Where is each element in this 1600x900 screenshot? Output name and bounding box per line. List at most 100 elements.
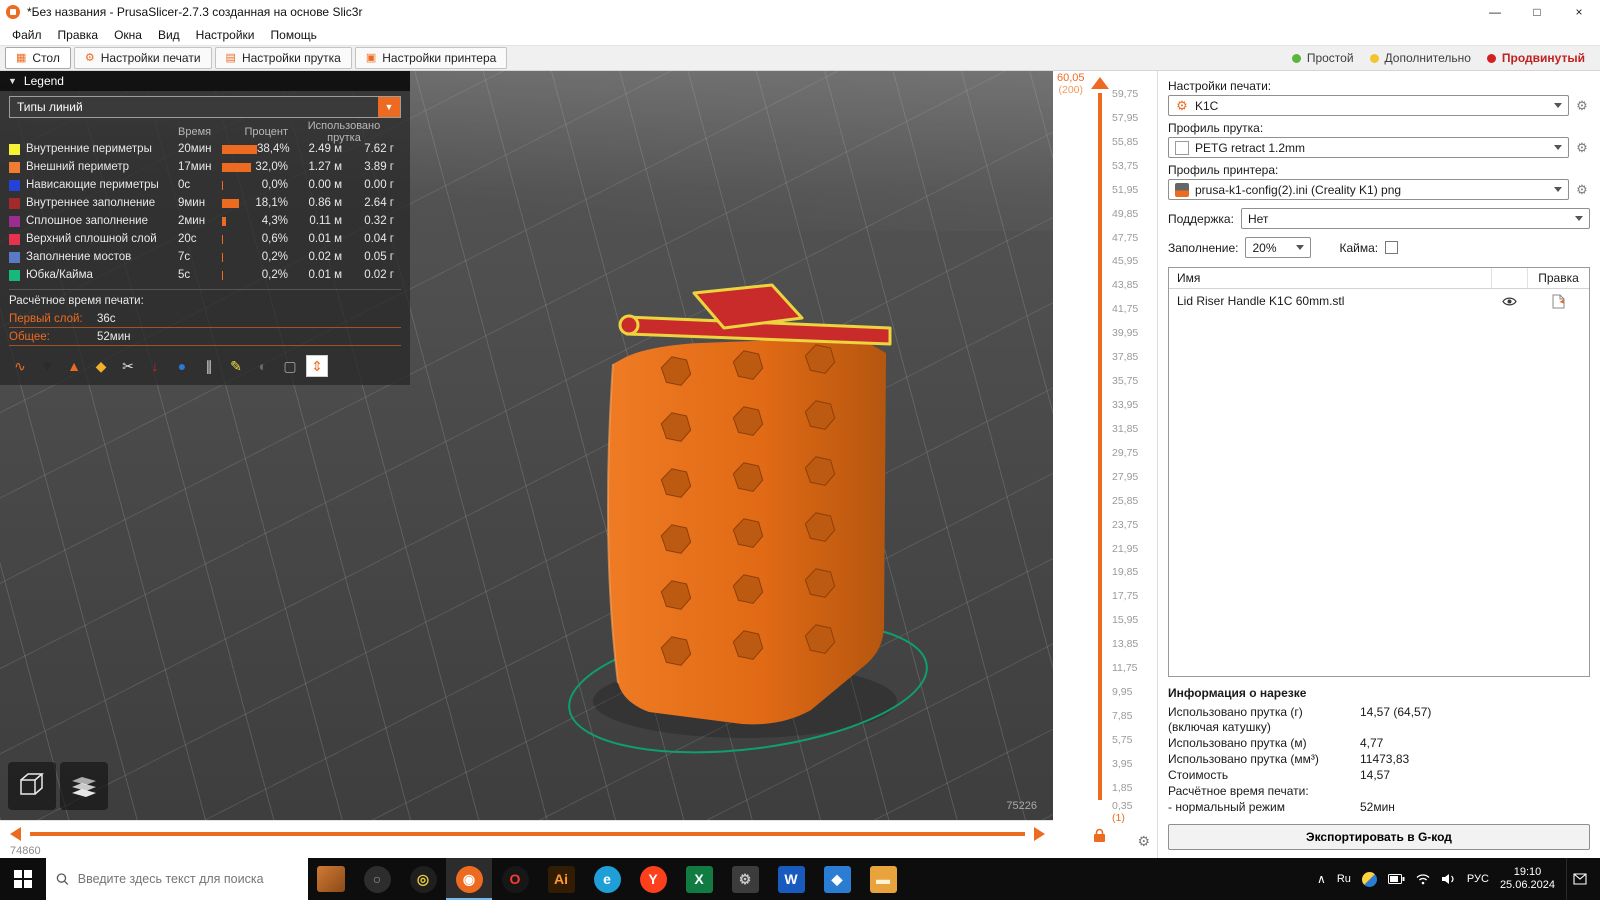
tray-clock[interactable]: 19:10 25.06.2024 [1500, 866, 1555, 893]
legend-toolbar-icon[interactable]: ● [171, 355, 193, 377]
menubar: ФайлПравкаОкнаВидНастройкиПомощь [0, 24, 1600, 45]
taskbar-app-button[interactable]: ◎ [400, 858, 446, 900]
taskbar-app-button[interactable]: ▬ [860, 858, 906, 900]
search-icon [56, 872, 69, 886]
legend-toolbar-icon[interactable]: ▲ [63, 355, 85, 377]
network-icon[interactable] [1416, 873, 1430, 885]
preview-layers-button[interactable] [60, 762, 108, 810]
print-settings-dropdown[interactable]: ⚙ K1C [1168, 95, 1569, 116]
view-type-dropdown[interactable]: Типы линий ▼ [9, 96, 401, 118]
taskbar-search[interactable] [46, 858, 308, 900]
export-gcode-button[interactable]: Экспортировать в G-код [1168, 824, 1590, 850]
layer-slider-track[interactable] [1098, 93, 1102, 800]
legend-toolbar-icon[interactable]: ∥ [198, 355, 220, 377]
pinned-photo-thumbnail[interactable] [308, 858, 354, 900]
editor-view-button[interactable] [8, 762, 56, 810]
layer-tick-label: 37,85 [1112, 352, 1138, 363]
feature-color-swatch [9, 270, 20, 281]
printer-settings-gear-icon[interactable]: ⚙ [1574, 182, 1590, 198]
tray-language[interactable]: РУС [1467, 873, 1489, 885]
support-dropdown[interactable]: Нет [1241, 208, 1590, 229]
lock-icon[interactable] [1093, 828, 1106, 846]
taskbar-app-button[interactable]: ○ [354, 858, 400, 900]
print-settings-gear-icon[interactable]: ⚙ [1574, 98, 1590, 114]
legend-toolbar-icon[interactable]: ◐ [252, 355, 274, 377]
sliced-info-row: Расчётное время печати: [1168, 784, 1590, 799]
legend-toolbar-icon[interactable]: ✂ [117, 355, 139, 377]
tray-lang-small[interactable]: Ru [1337, 873, 1351, 885]
settings-tab[interactable]: ▣ Настройки принтера [355, 47, 507, 69]
battery-icon[interactable] [1388, 874, 1405, 884]
taskbar-app-button[interactable]: ⚙ [722, 858, 768, 900]
menu-item[interactable]: Правка [50, 24, 107, 45]
printer-profile-dropdown[interactable]: prusa-k1-config(2).ini (Creality K1) png [1168, 179, 1569, 200]
legend-row: Юбка/Кайма 5с 0,2% 0.01 м 0.02 г [9, 266, 401, 284]
eye-visibility-icon[interactable] [1491, 296, 1527, 307]
layer-slider-top-handle[interactable] [1091, 77, 1109, 89]
move-slider-left-handle[interactable] [10, 827, 21, 841]
menu-item[interactable]: Окна [106, 24, 150, 45]
printer-profile-label: Профиль принтера: [1168, 163, 1590, 177]
menu-item[interactable]: Помощь [263, 24, 325, 45]
taskbar-app-button[interactable]: W [768, 858, 814, 900]
taskbar-app-button[interactable]: e [584, 858, 630, 900]
taskbar-app-button[interactable]: Y [630, 858, 676, 900]
feature-color-swatch [9, 162, 20, 173]
window-control-button[interactable]: — [1474, 0, 1516, 24]
notification-icon [1573, 873, 1587, 885]
print-settings-label: Настройки печати: [1168, 79, 1590, 93]
window-control-button[interactable]: □ [1516, 0, 1558, 24]
settings-tab[interactable]: ⚙ Настройки печати [74, 47, 212, 69]
viewport-3d-canvas[interactable]: ▼ Legend Типы линий ▼ Время Процент Испо… [0, 71, 1053, 820]
legend-header[interactable]: ▼ Legend [0, 71, 410, 91]
start-button[interactable] [0, 858, 46, 900]
tab-label: Настройки печати [101, 51, 201, 65]
taskbar-app-button[interactable]: ◉ [446, 858, 492, 900]
taskbar-app-button[interactable]: O [492, 858, 538, 900]
legend-toolbar-icon[interactable]: ▼ [36, 355, 58, 377]
layer-tick-label: 57,95 [1112, 113, 1138, 124]
menu-item[interactable]: Вид [150, 24, 188, 45]
layer-bottom-height: 0,35 [1112, 800, 1132, 812]
layer-tick-label: 21,95 [1112, 544, 1138, 555]
window-control-button[interactable]: × [1558, 0, 1600, 24]
move-slider-right-handle[interactable] [1034, 827, 1045, 841]
legend-toolbar-icon[interactable]: ✎ [225, 355, 247, 377]
tray-color-icon[interactable] [1362, 872, 1377, 887]
sliced-info-row: Использовано прутка (мм³) 11473,83 [1168, 752, 1590, 767]
taskbar-app-button[interactable]: ◆ [814, 858, 860, 900]
brim-checkbox[interactable] [1385, 241, 1398, 254]
filament-color-swatch [1175, 141, 1189, 155]
move-slider-track[interactable] [30, 832, 1025, 836]
settings-tab[interactable]: ▦ Стол [5, 47, 71, 69]
mode-dot-icon [1487, 54, 1496, 63]
slider-settings-gear-icon[interactable]: ⚙ [1137, 833, 1150, 850]
tray-expand-chevron-icon[interactable]: ∧ [1317, 872, 1326, 886]
legend-toolbar-icon[interactable]: ◆ [90, 355, 112, 377]
legend-toolbar-icon[interactable]: ↓ [144, 355, 166, 377]
mode-toggle[interactable]: Продвинутый [1487, 51, 1585, 65]
settings-tab[interactable]: ▤ Настройки прутка [215, 47, 352, 69]
search-input[interactable] [78, 872, 298, 886]
legend-toolbar-icon[interactable]: ▢ [279, 355, 301, 377]
filament-profile-dropdown[interactable]: PETG retract 1.2mm [1168, 137, 1569, 158]
percent-bar [222, 199, 239, 208]
layer-top-index: (200) [1057, 84, 1085, 96]
mode-toggle[interactable]: Простой [1292, 51, 1354, 65]
infill-dropdown[interactable]: 20% [1245, 237, 1311, 258]
legend-toolbar-icon[interactable]: ⇕ [306, 355, 328, 377]
mode-toggle[interactable]: Дополнительно [1370, 51, 1471, 65]
menu-item[interactable]: Файл [4, 24, 50, 45]
volume-icon[interactable] [1441, 873, 1456, 885]
legend-toolbar-icon[interactable]: ∿ [9, 355, 31, 377]
taskbar-app-button[interactable]: X [676, 858, 722, 900]
edit-object-icon[interactable] [1527, 294, 1589, 309]
windows-logo-icon [14, 870, 32, 888]
filament-profile-label: Профиль прутка: [1168, 121, 1590, 135]
filament-settings-gear-icon[interactable]: ⚙ [1574, 140, 1590, 156]
taskbar-app-button[interactable]: Ai [538, 858, 584, 900]
notification-center-button[interactable] [1566, 858, 1592, 900]
object-list-item[interactable]: Lid Riser Handle K1C 60mm.stl [1169, 289, 1589, 313]
menu-item[interactable]: Настройки [188, 24, 263, 45]
layer-tick-label: 49,85 [1112, 209, 1138, 220]
